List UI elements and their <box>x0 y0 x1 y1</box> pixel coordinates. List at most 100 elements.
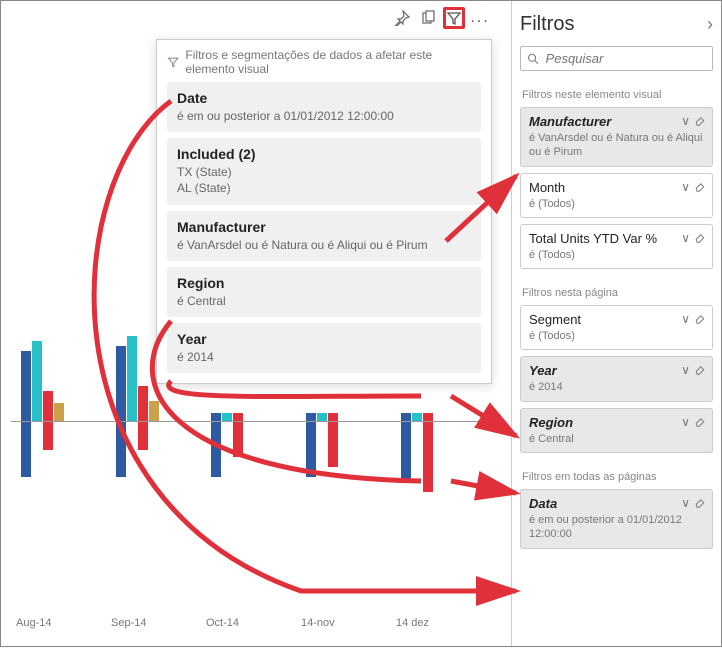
search-input[interactable] <box>546 51 706 66</box>
tooltip-card-value: é 2014 <box>177 349 471 365</box>
filter-card-icons: ∨ <box>681 363 706 377</box>
bar[interactable] <box>211 422 221 477</box>
tooltip-card-value: é em ou posterior a 01/01/2012 12:00:00 <box>177 108 471 124</box>
bar[interactable] <box>328 422 338 467</box>
search-box[interactable] <box>520 46 713 71</box>
filter-card[interactable]: Dataé em ou posterior a 01/01/2012 12:00… <box>520 489 713 549</box>
bar[interactable] <box>222 413 232 421</box>
eraser-icon[interactable] <box>694 180 706 192</box>
chevron-down-icon[interactable]: ∨ <box>681 312 690 326</box>
filter-title: Segment <box>529 312 704 327</box>
tooltip-card-title: Manufacturer <box>177 219 471 235</box>
filter-value: é 2014 <box>529 380 704 394</box>
filter-card[interactable]: Regioné Central∨ <box>520 408 713 453</box>
tooltip-card-title: Included (2) <box>177 146 471 162</box>
filter-title: Year <box>529 363 704 378</box>
bar[interactable] <box>233 413 243 421</box>
filter-card-icons: ∨ <box>681 231 706 245</box>
bar[interactable] <box>21 351 31 421</box>
tooltip-card: Date é em ou posterior a 01/01/2012 12:00… <box>167 82 481 132</box>
filter-card-icons: ∨ <box>681 496 706 510</box>
filter-tooltip: Filtros e segmentações de dados a afetar… <box>156 39 492 384</box>
filter-title: Manufacturer <box>529 114 704 129</box>
filters-panel: Filtros › Filtros neste elemento visual … <box>511 1 721 646</box>
bar[interactable] <box>138 422 148 450</box>
copy-icon[interactable] <box>417 7 439 29</box>
bar[interactable] <box>43 391 53 421</box>
bar[interactable] <box>306 422 316 477</box>
bar[interactable] <box>138 386 148 421</box>
section-page-label: Filtros nesta página <box>522 287 711 299</box>
bar[interactable] <box>54 403 64 421</box>
section-visual-label: Filtros neste elemento visual <box>522 89 711 101</box>
bar[interactable] <box>328 413 338 421</box>
filters-panel-title: Filtros <box>520 13 574 36</box>
bar[interactable] <box>116 346 126 421</box>
x-axis-label: Sep-14 <box>111 617 146 629</box>
tooltip-card: Included (2)TX (State)AL (State) <box>167 138 481 204</box>
bar[interactable] <box>423 413 433 421</box>
tooltip-card-title: Date <box>177 90 471 106</box>
filter-card-icons: ∨ <box>681 180 706 194</box>
tooltip-card-title: Year <box>177 331 471 347</box>
filter-card-icons: ∨ <box>681 415 706 429</box>
x-axis-label: Aug-14 <box>16 617 51 629</box>
bar[interactable] <box>306 413 316 421</box>
filter-card[interactable]: Manufacturer é VanArsdel ou é Natura ou é… <box>520 107 713 167</box>
eraser-icon[interactable] <box>694 415 706 427</box>
bar[interactable] <box>43 422 53 450</box>
tooltip-header: Filtros e segmentações de dados a afetar… <box>167 48 481 76</box>
bar[interactable] <box>317 413 327 421</box>
x-axis-label: 14-nov <box>301 617 335 629</box>
bar[interactable] <box>211 413 221 421</box>
bar[interactable] <box>127 336 137 421</box>
chevron-down-icon[interactable]: ∨ <box>681 114 690 128</box>
filter-title: Total Units YTD Var % <box>529 231 704 246</box>
bar[interactable] <box>423 422 433 492</box>
tooltip-header-text: Filtros e segmentações de dados a afetar… <box>185 48 481 76</box>
filter-value: é em ou posterior a 01/01/2012 12:00:00 <box>529 513 704 542</box>
eraser-icon[interactable] <box>694 231 706 243</box>
search-icon <box>527 52 540 66</box>
chevron-down-icon[interactable]: ∨ <box>681 496 690 510</box>
bar[interactable] <box>401 422 411 482</box>
chevron-down-icon[interactable]: ∨ <box>681 415 690 429</box>
bar[interactable] <box>21 422 31 477</box>
tooltip-card-value: é Central <box>177 293 471 309</box>
bar[interactable] <box>149 401 159 421</box>
eraser-icon[interactable] <box>694 312 706 324</box>
pin-icon[interactable] <box>391 7 413 29</box>
x-axis-label: 14 dez <box>396 617 429 629</box>
filter-title: Month <box>529 180 704 195</box>
eraser-icon[interactable] <box>694 496 706 508</box>
filter-value: é VanArsdel ou é Natura ou é Aliqui ou é… <box>529 131 704 160</box>
bar[interactable] <box>233 422 243 457</box>
chevron-down-icon[interactable]: ∨ <box>681 231 690 245</box>
bar[interactable] <box>32 341 42 421</box>
expand-icon[interactable]: › <box>707 14 713 35</box>
filter-card-icons: ∨ <box>681 312 706 326</box>
filter-card[interactable]: Total Units YTD Var %é (Todos)∨ <box>520 224 713 269</box>
section-all-label: Filtros em todas as páginas <box>522 471 711 483</box>
chevron-down-icon[interactable]: ∨ <box>681 180 690 194</box>
bar[interactable] <box>401 413 411 421</box>
tooltip-card: Year é 2014 <box>167 323 481 373</box>
chevron-down-icon[interactable]: ∨ <box>681 363 690 377</box>
filter-icon[interactable] <box>443 7 465 29</box>
visual-action-bar: ... <box>391 7 491 29</box>
eraser-icon[interactable] <box>694 114 706 126</box>
bar[interactable] <box>412 413 422 421</box>
filter-card-icons: ∨ <box>681 114 706 128</box>
filter-value: é (Todos) <box>529 197 704 211</box>
filter-value: é (Todos) <box>529 329 704 343</box>
filter-card[interactable]: Month é (Todos) ∨ <box>520 173 713 218</box>
tooltip-card-value: é VanArsdel ou é Natura ou é Aliqui ou é… <box>177 237 471 253</box>
more-options-icon[interactable]: ... <box>469 7 491 29</box>
filters-panel-title-row: Filtros › <box>520 13 713 36</box>
tooltip-card: Manufacturer é VanArsdel ou é Natura ou é… <box>167 211 481 261</box>
filter-card[interactable]: Year é 2014 ∨ <box>520 356 713 401</box>
filter-card[interactable]: Segment é (Todos) ∨ <box>520 305 713 350</box>
bar[interactable] <box>116 422 126 477</box>
tooltip-card: Regioné Central <box>167 267 481 317</box>
eraser-icon[interactable] <box>694 363 706 375</box>
